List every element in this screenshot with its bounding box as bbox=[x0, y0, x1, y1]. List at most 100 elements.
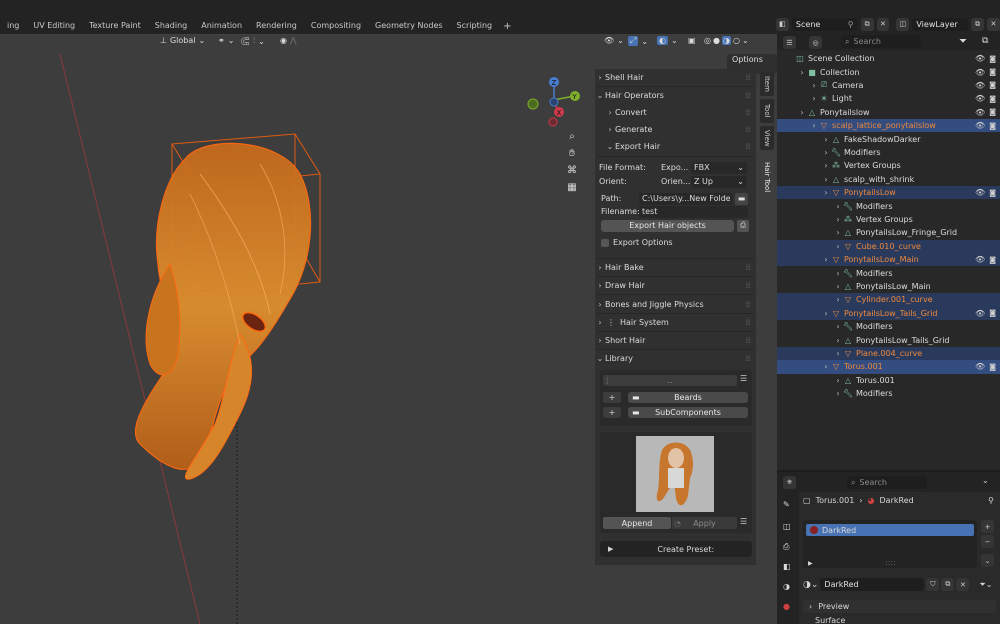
subpanel-convert[interactable]: › Convert ⁞⁞⁞ bbox=[595, 104, 756, 121]
tab-uv-editing[interactable]: UV Editing bbox=[26, 18, 82, 34]
preset-thumbnail[interactable] bbox=[636, 436, 714, 512]
add-beards-button[interactable]: + bbox=[603, 392, 621, 403]
camera-icon[interactable]: ◙ bbox=[989, 81, 996, 89]
scene-selector[interactable]: Scene ⚲ bbox=[791, 17, 858, 31]
outliner-row[interactable]: › 🔧︎ Modifiers bbox=[777, 320, 1000, 333]
drag-handle-icon[interactable]: ⁞⁞⁞ bbox=[745, 125, 751, 134]
grid-view-icon[interactable]: ▦ bbox=[567, 182, 576, 193]
add-subcomponents-button[interactable]: + bbox=[603, 407, 621, 418]
drag-handle-icon[interactable]: ⁞⁞⁞ bbox=[745, 142, 751, 151]
zoom-icon[interactable]: ⌕ bbox=[569, 131, 575, 142]
chevron-right-icon[interactable]: › bbox=[809, 94, 819, 103]
append-button[interactable]: Append bbox=[603, 517, 671, 529]
tab-scripting[interactable]: Scripting bbox=[450, 18, 500, 34]
camera-icon[interactable]: ◙ bbox=[989, 108, 996, 116]
camera-icon[interactable]: ◙ bbox=[989, 55, 996, 63]
drag-handle-icon[interactable]: ⁞⁞⁞ bbox=[745, 300, 751, 309]
scene-type-icon[interactable]: ◧ bbox=[776, 17, 789, 31]
tab-animation[interactable]: Animation bbox=[194, 18, 249, 34]
outliner-row[interactable]: › ▽ PonytailsLow 👁︎ ◙ bbox=[777, 186, 1000, 200]
material-browse-icon[interactable]: ◑⌄ bbox=[803, 580, 818, 590]
outliner-row[interactable]: › ▽ scalp_lattice_ponytailslow 👁︎ ◙ bbox=[777, 119, 1000, 133]
view-layer-selector[interactable]: ViewLayer bbox=[912, 17, 969, 31]
outliner-row[interactable]: › 🔧︎ Modifiers bbox=[777, 387, 1000, 400]
scene-tab-icon[interactable]: ◑ bbox=[783, 582, 790, 591]
outliner-row[interactable]: › △ Ponytailslow 👁︎ ◙ bbox=[777, 106, 1000, 119]
subpanel-generate[interactable]: › Generate ⁞⁞⁞ bbox=[595, 121, 756, 138]
file-format-dropdown[interactable]: FBX ⌄ bbox=[691, 161, 747, 174]
chevron-right-icon[interactable]: › bbox=[821, 148, 831, 157]
panel-shell-hair[interactable]: › Shell Hair ⁞⁞⁞ bbox=[595, 69, 756, 86]
chevron-right-icon[interactable]: › bbox=[809, 81, 819, 90]
camera-icon[interactable]: ◙ bbox=[989, 256, 996, 264]
camera-icon[interactable]: ◙ bbox=[989, 309, 996, 317]
properties-search-input[interactable]: ⌕ Search bbox=[847, 476, 927, 489]
chevron-right-icon[interactable]: › bbox=[833, 376, 843, 385]
outliner-row[interactable]: ◫ Scene Collection 👁︎ ◙ bbox=[777, 52, 1000, 65]
camera-icon[interactable]: ◙ bbox=[989, 122, 996, 130]
eye-icon[interactable]: 👁︎ bbox=[975, 121, 985, 130]
node-tree-icon[interactable]: ⏷⌄ bbox=[979, 580, 992, 590]
export-options-row[interactable]: Export Options bbox=[595, 234, 756, 251]
drag-handle-icon[interactable]: ⁞⁞⁞ bbox=[745, 91, 751, 100]
drag-handle-icon[interactable]: ⁞⁞⁞ bbox=[745, 318, 751, 327]
view-layer-tab-icon[interactable]: ◧ bbox=[783, 562, 791, 571]
surface-panel[interactable]: Surface bbox=[803, 616, 996, 624]
panel-bones-jiggle[interactable]: › Bones and Jiggle Physics ⁞⁞⁞ bbox=[595, 296, 756, 313]
chevron-right-icon[interactable]: › bbox=[833, 215, 843, 224]
eye-icon[interactable]: 👁︎ bbox=[975, 309, 985, 318]
chevron-right-icon[interactable]: › bbox=[821, 161, 831, 170]
tab-hair-tool[interactable]: Hair Tool bbox=[760, 153, 774, 201]
new-collection-icon[interactable]: ⧉ bbox=[982, 36, 988, 46]
panel-library[interactable]: ⌄ Library ⁞⁞⁞ bbox=[595, 350, 756, 367]
outliner-row[interactable]: › △ Torus.001 bbox=[777, 374, 1000, 387]
delete-view-layer-icon[interactable]: ✕ bbox=[987, 17, 1000, 31]
output-tab-icon[interactable]: ⎙ bbox=[783, 542, 789, 552]
display-mode-icon[interactable]: ◎ bbox=[809, 36, 822, 49]
outliner-row[interactable]: › ☀ Light 👁︎ ◙ bbox=[777, 92, 1000, 105]
export-hair-objects-button[interactable]: Export Hair objects bbox=[601, 219, 734, 232]
drag-handle-icon[interactable]: ⁞⁞⁞ bbox=[745, 263, 751, 272]
eye-icon[interactable]: 👁︎ bbox=[975, 255, 985, 264]
eye-icon[interactable]: 👁︎ bbox=[975, 188, 985, 197]
chevron-right-icon[interactable]: › bbox=[809, 121, 819, 130]
tab-ing[interactable]: ing bbox=[0, 18, 26, 34]
outliner-row[interactable]: › ▽ PonytailsLow_Main 👁︎ ◙ bbox=[777, 253, 1000, 267]
outliner-search-input[interactable]: ⌕ Search bbox=[841, 35, 921, 48]
tab-tool[interactable]: Tool bbox=[760, 99, 774, 123]
add-slot-button[interactable]: + bbox=[981, 520, 994, 533]
outliner-row[interactable]: › ■ Collection 👁︎ ◙ bbox=[777, 65, 1000, 78]
tab-rendering[interactable]: Rendering bbox=[249, 18, 304, 34]
camera-icon[interactable]: ◙ bbox=[989, 363, 996, 371]
eye-icon[interactable]: 👁︎ bbox=[975, 362, 985, 371]
material-tab-icon[interactable]: ● bbox=[783, 602, 790, 611]
outliner-row[interactable]: › △ PonytailsLow_Tails_Grid bbox=[777, 333, 1000, 346]
eye-icon[interactable]: 👁︎ bbox=[975, 68, 985, 77]
orient-dropdown[interactable]: Z Up ⌄ bbox=[691, 175, 747, 188]
chevron-down-icon[interactable]: ⌄ bbox=[982, 476, 989, 485]
library-menu-icon[interactable]: ☰ bbox=[740, 374, 747, 383]
outliner-row[interactable]: › △ PonytailsLow_Fringe_Grid bbox=[777, 226, 1000, 239]
subpanel-export-hair[interactable]: ⌄ Export Hair ⁞⁞⁞ bbox=[595, 138, 756, 155]
remove-slot-button[interactable]: − bbox=[981, 535, 994, 548]
resize-handle-icon[interactable]: :::: bbox=[885, 558, 896, 567]
outliner-row[interactable]: › △ FakeShadowDarker bbox=[777, 132, 1000, 145]
camera-icon[interactable]: ◙ bbox=[989, 189, 996, 197]
chevron-right-icon[interactable]: › bbox=[833, 349, 843, 358]
pan-hand-icon[interactable]: ✋︎ bbox=[569, 148, 575, 159]
outliner-row[interactable]: › ⁂ Vertex Groups bbox=[777, 159, 1000, 172]
camera-icon[interactable]: ◙ bbox=[989, 95, 996, 103]
pin-icon[interactable]: ⚲ bbox=[988, 496, 994, 505]
outliner-row[interactable]: › ⎚ Camera 👁︎ ◙ bbox=[777, 79, 1000, 92]
editor-type-icon[interactable]: ☰ bbox=[783, 36, 796, 49]
eye-icon[interactable]: 👁︎ bbox=[975, 94, 985, 103]
chevron-right-icon[interactable]: › bbox=[821, 135, 831, 144]
outliner-row[interactable]: › ▽ Torus.001 👁︎ ◙ bbox=[777, 360, 1000, 374]
new-view-layer-icon[interactable]: ⧉ bbox=[971, 17, 985, 31]
editor-type-icon[interactable]: ⎈ bbox=[783, 476, 796, 489]
create-preset-row[interactable]: ▶ Create Preset: bbox=[600, 541, 752, 557]
pin-icon[interactable]: ⚲ bbox=[848, 20, 854, 29]
eye-icon[interactable]: 👁︎ bbox=[975, 81, 985, 90]
chevron-right-icon[interactable]: › bbox=[821, 175, 831, 184]
chevron-right-icon[interactable]: › bbox=[797, 108, 807, 117]
